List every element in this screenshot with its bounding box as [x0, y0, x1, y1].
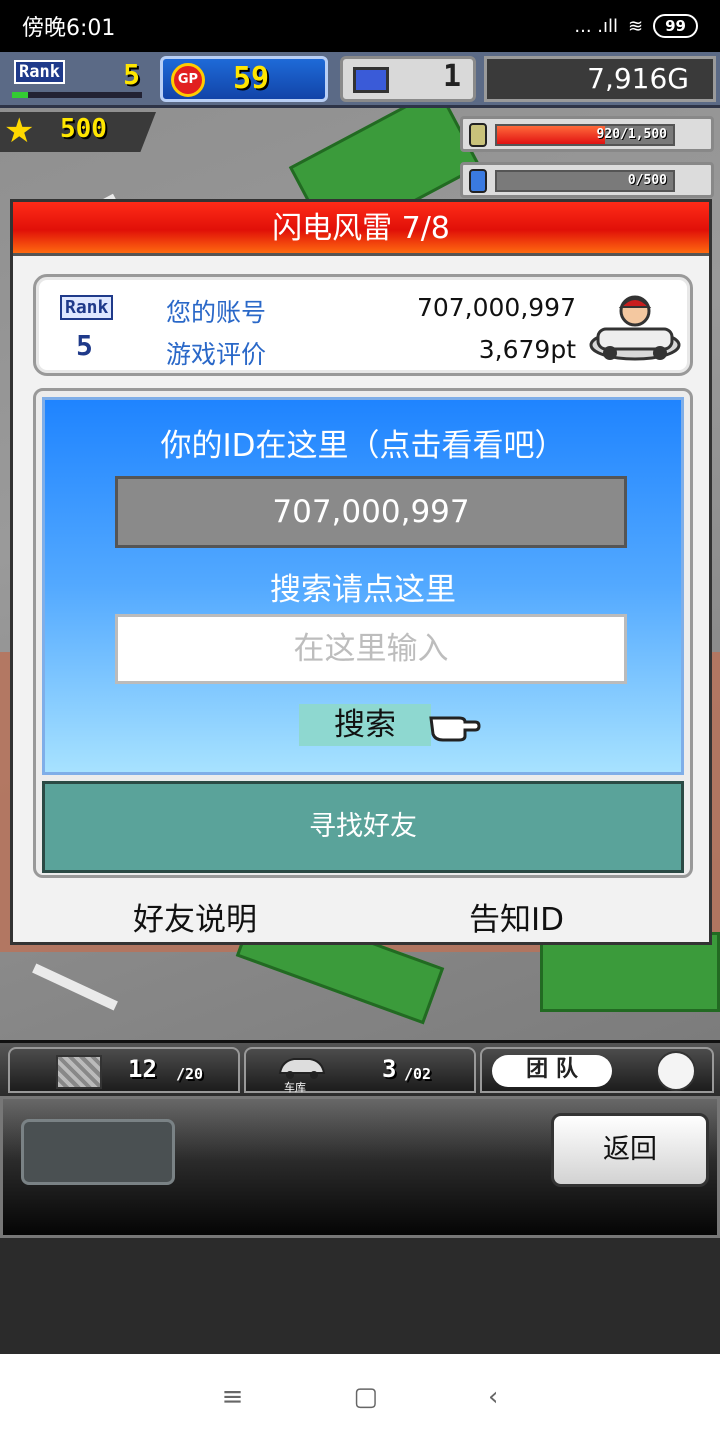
tab-storage[interactable]: 12 /20 — [8, 1047, 240, 1093]
staff-face-icon — [656, 1051, 696, 1091]
computer-icon — [353, 67, 389, 93]
computer-value: 1 — [442, 59, 461, 94]
car-driver-icon — [589, 295, 681, 361]
top-hud: Rank 5 GP 59 1 7,916G — [0, 52, 720, 108]
pointing-hand-icon — [429, 716, 481, 742]
gp-coin-icon: GP — [171, 63, 205, 97]
road-marking — [32, 963, 118, 1011]
garage-max: /02 — [404, 1065, 432, 1083]
player-id-field[interactable]: 707,000,997 — [115, 476, 627, 548]
system-nav-bar: ≡ ▢ ‹ — [0, 1354, 720, 1440]
computer-counter[interactable]: 1 — [340, 56, 476, 102]
coin-stack-icon — [469, 123, 487, 147]
search-button[interactable]: 搜索 — [299, 704, 431, 746]
gp-counter[interactable]: GP 59 — [160, 56, 328, 102]
signal-icon: ... .ıll — [574, 15, 619, 37]
gp-value: 59 — [233, 61, 270, 96]
rank-badge: Rank — [14, 60, 65, 84]
share-id-link[interactable]: 告知ID — [469, 894, 564, 939]
back-button[interactable]: 返回 — [551, 1113, 709, 1187]
battery-icon: 99 — [653, 14, 698, 38]
team-label: 团 队 — [492, 1055, 612, 1087]
rank-progress-bar — [12, 92, 142, 98]
storage-max: /20 — [176, 1065, 204, 1083]
account-label: 您的账号 — [166, 298, 267, 327]
crate-icon — [56, 1055, 102, 1089]
bottom-tab-bar: 12 /20 车库 3 /02 团 队 — [0, 1040, 720, 1096]
id-search-area: 你的ID在这里（点击看看吧） 707,000,997 搜索请点这里 在这里输入 … — [42, 397, 684, 775]
wifi-icon: ≋ — [628, 15, 644, 37]
card-rank-value: 5 — [76, 329, 93, 362]
card-rank-badge: Rank — [60, 295, 114, 320]
empty-slot — [21, 1119, 175, 1185]
star-counter: ★ 500 — [0, 112, 156, 152]
player-rank[interactable]: Rank 5 — [10, 58, 146, 100]
dialog-title: 闪电风雷 7/8 — [13, 202, 709, 256]
star-icon: ★ — [4, 111, 35, 151]
fuel-resource-bar: 0/500 — [495, 170, 675, 192]
gold-amount: 7,916G — [484, 56, 716, 102]
menu-icon[interactable]: ≡ — [222, 1382, 244, 1412]
garage-count: 3 — [382, 1055, 397, 1083]
account-value: 707,000,997 — [416, 293, 576, 322]
garage-label: 车库 — [284, 1081, 306, 1094]
storage-count: 12 — [128, 1055, 157, 1083]
coin-resource-text: 920/1,500 — [596, 127, 667, 142]
status-time: 傍晚6:01 — [22, 16, 116, 41]
player-info-card: Rank 5 您的账号 707,000,997 游戏评价 3,679pt — [33, 274, 693, 376]
id-heading: 你的ID在这里（点击看看吧） — [160, 428, 566, 464]
rating-label: 游戏评价 — [166, 340, 267, 369]
tab-team[interactable]: 团 队 — [480, 1047, 714, 1093]
home-icon[interactable]: ▢ — [353, 1382, 378, 1412]
find-friend-button[interactable]: 寻找好友 — [42, 781, 684, 873]
star-value: 500 — [60, 114, 107, 144]
status-bar: 傍晚6:01 ... .ıll ≋ 99 — [0, 0, 720, 52]
rating-value: 3,679pt — [478, 335, 576, 364]
search-input[interactable]: 在这里输入 — [115, 614, 627, 684]
search-heading: 搜索请点这里 — [270, 572, 456, 608]
fuel-resource-text: 0/500 — [627, 173, 667, 188]
back-icon[interactable]: ‹ — [488, 1382, 498, 1412]
bottom-filler — [0, 1238, 720, 1354]
fuel-bottle-icon — [469, 169, 487, 193]
friend-search-dialog: 闪电风雷 7/8 Rank 5 您的账号 707,000,997 游戏评价 3,… — [10, 199, 712, 945]
status-icons: ... .ıll ≋ 99 — [574, 14, 698, 38]
coin-resource: 920/1,500 — [460, 116, 714, 152]
tab-garage[interactable]: 车库 3 /02 — [244, 1047, 476, 1094]
friend-help-link[interactable]: 好友说明 — [133, 894, 257, 939]
rank-value: 5 — [123, 58, 140, 91]
search-panel: 你的ID在这里（点击看看吧） 707,000,997 搜索请点这里 在这里输入 … — [33, 388, 693, 878]
control-area: 返回 — [0, 1096, 720, 1238]
fuel-resource: 0/500 — [460, 162, 714, 198]
coin-resource-bar: 920/1,500 — [495, 124, 675, 146]
garage-car-icon — [278, 1058, 326, 1079]
